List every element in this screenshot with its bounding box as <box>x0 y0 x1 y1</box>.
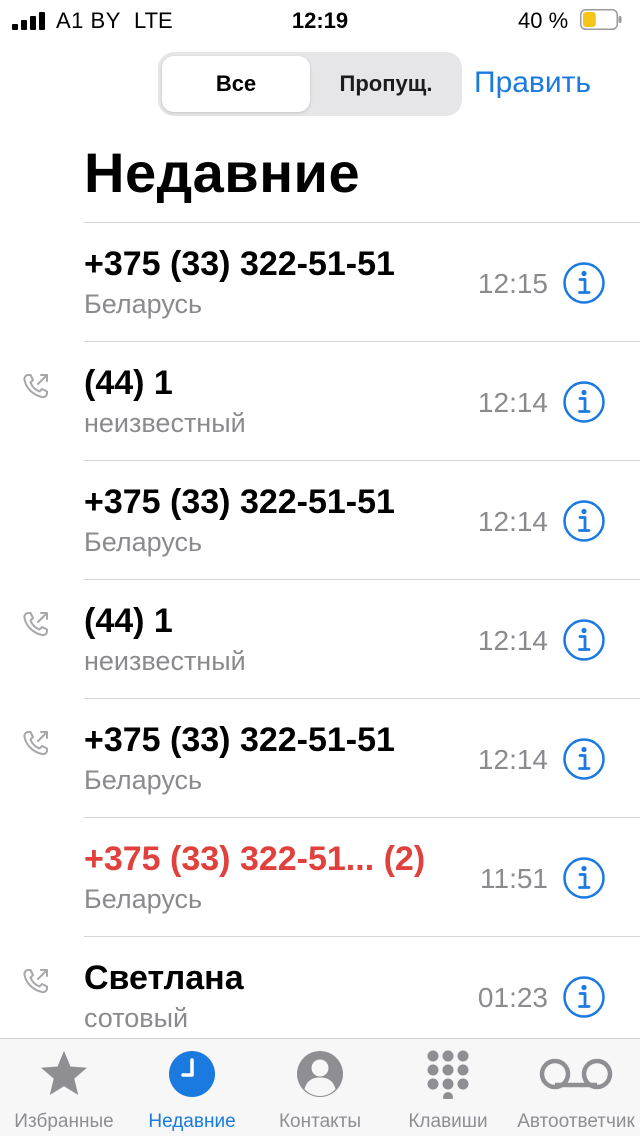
recent-calls-list: +375 (33) 322-51-51 Беларусь 12:15 (44) 1 не… <box>0 222 640 1055</box>
call-time: 12:14 <box>477 506 548 537</box>
call-subtitle: Беларусь <box>84 289 203 319</box>
page-title: Недавние <box>84 141 361 204</box>
edit-button[interactable]: Править <box>474 66 591 100</box>
outgoing-call-icon <box>23 374 48 399</box>
call-subtitle: Беларусь <box>84 884 203 914</box>
call-row[interactable]: (44) 1 неизвестный 12:14 <box>23 579 640 698</box>
outgoing-call-icon <box>23 969 48 994</box>
tab-favorites[interactable]: Избранные <box>0 1039 128 1136</box>
call-subtitle: неизвестный <box>84 646 246 676</box>
call-subtitle: Беларусь <box>84 765 203 795</box>
filter-segmented-control: Все Пропущ. <box>158 52 462 116</box>
call-time: 01:23 <box>477 982 548 1013</box>
outgoing-call-icon <box>23 731 48 756</box>
call-time: 11:51 <box>480 863 548 894</box>
info-icon[interactable] <box>562 499 606 543</box>
call-subtitle: Беларусь <box>84 527 203 557</box>
call-name: Светлана <box>84 959 244 997</box>
star-icon <box>41 1051 87 1095</box>
info-icon[interactable] <box>562 380 606 424</box>
segment-all[interactable]: Все <box>162 56 310 112</box>
status-bar: A1 BY LTE 12:19 40 % <box>0 0 640 40</box>
call-name: +375 (33) 322-51-51 <box>84 245 395 283</box>
call-row[interactable]: +375 (33) 322-51-51 Беларусь 12:14 <box>23 698 640 817</box>
battery-percent: 40 % <box>518 8 569 33</box>
tab-keypad[interactable]: Клавиши <box>384 1039 512 1136</box>
call-row[interactable]: (44) 1 неизвестный 12:14 <box>23 341 640 460</box>
call-row[interactable]: +375 (33) 322-51... (2) Беларусь 11:51 <box>84 817 640 936</box>
call-name: +375 (33) 322-51-51 <box>84 483 395 521</box>
tab-label: Контакты <box>278 1111 362 1132</box>
info-icon[interactable] <box>562 737 606 781</box>
tab-label: Автоответчик <box>517 1111 635 1132</box>
call-name: +375 (33) 322-51-51 <box>84 721 395 759</box>
call-subtitle: неизвестный <box>84 408 246 438</box>
tab-bar: Избранные Недавние Контакты Клавиши Авто… <box>0 1038 640 1136</box>
keypad-icon <box>427 1050 469 1099</box>
call-time: 12:15 <box>477 268 548 299</box>
voicemail-icon <box>539 1058 613 1090</box>
call-row[interactable]: +375 (33) 322-51-51 Беларусь 12:15 <box>84 222 640 341</box>
call-name: (44) 1 <box>84 602 173 640</box>
call-time: 12:14 <box>477 744 548 775</box>
call-name: +375 (33) 322-51... (2) <box>84 840 426 878</box>
call-time: 12:14 <box>477 387 548 418</box>
phone-screen: A1 BY LTE 12:19 40 % Все Пропущ. Править… <box>0 0 640 1136</box>
contact-icon <box>297 1051 343 1097</box>
tab-label: Клавиши <box>408 1111 488 1132</box>
clock-icon <box>169 1051 215 1097</box>
info-icon[interactable] <box>562 856 606 900</box>
tab-recents[interactable]: Недавние <box>128 1039 256 1136</box>
tab-label: Недавние <box>148 1111 236 1132</box>
tab-contacts[interactable]: Контакты <box>256 1039 384 1136</box>
info-icon[interactable] <box>562 261 606 305</box>
call-row[interactable]: +375 (33) 322-51-51 Беларусь 12:14 <box>84 460 640 579</box>
tab-voicemail[interactable]: Автоответчик <box>512 1039 640 1136</box>
outgoing-call-icon <box>23 612 48 637</box>
call-time: 12:14 <box>477 625 548 656</box>
call-name: (44) 1 <box>84 364 173 402</box>
call-subtitle: сотовый <box>84 1003 189 1033</box>
battery-icon <box>580 9 622 30</box>
info-icon[interactable] <box>562 975 606 1019</box>
info-icon[interactable] <box>562 618 606 662</box>
segment-missed[interactable]: Пропущ. <box>314 56 458 112</box>
tab-label: Избранные <box>14 1111 114 1132</box>
